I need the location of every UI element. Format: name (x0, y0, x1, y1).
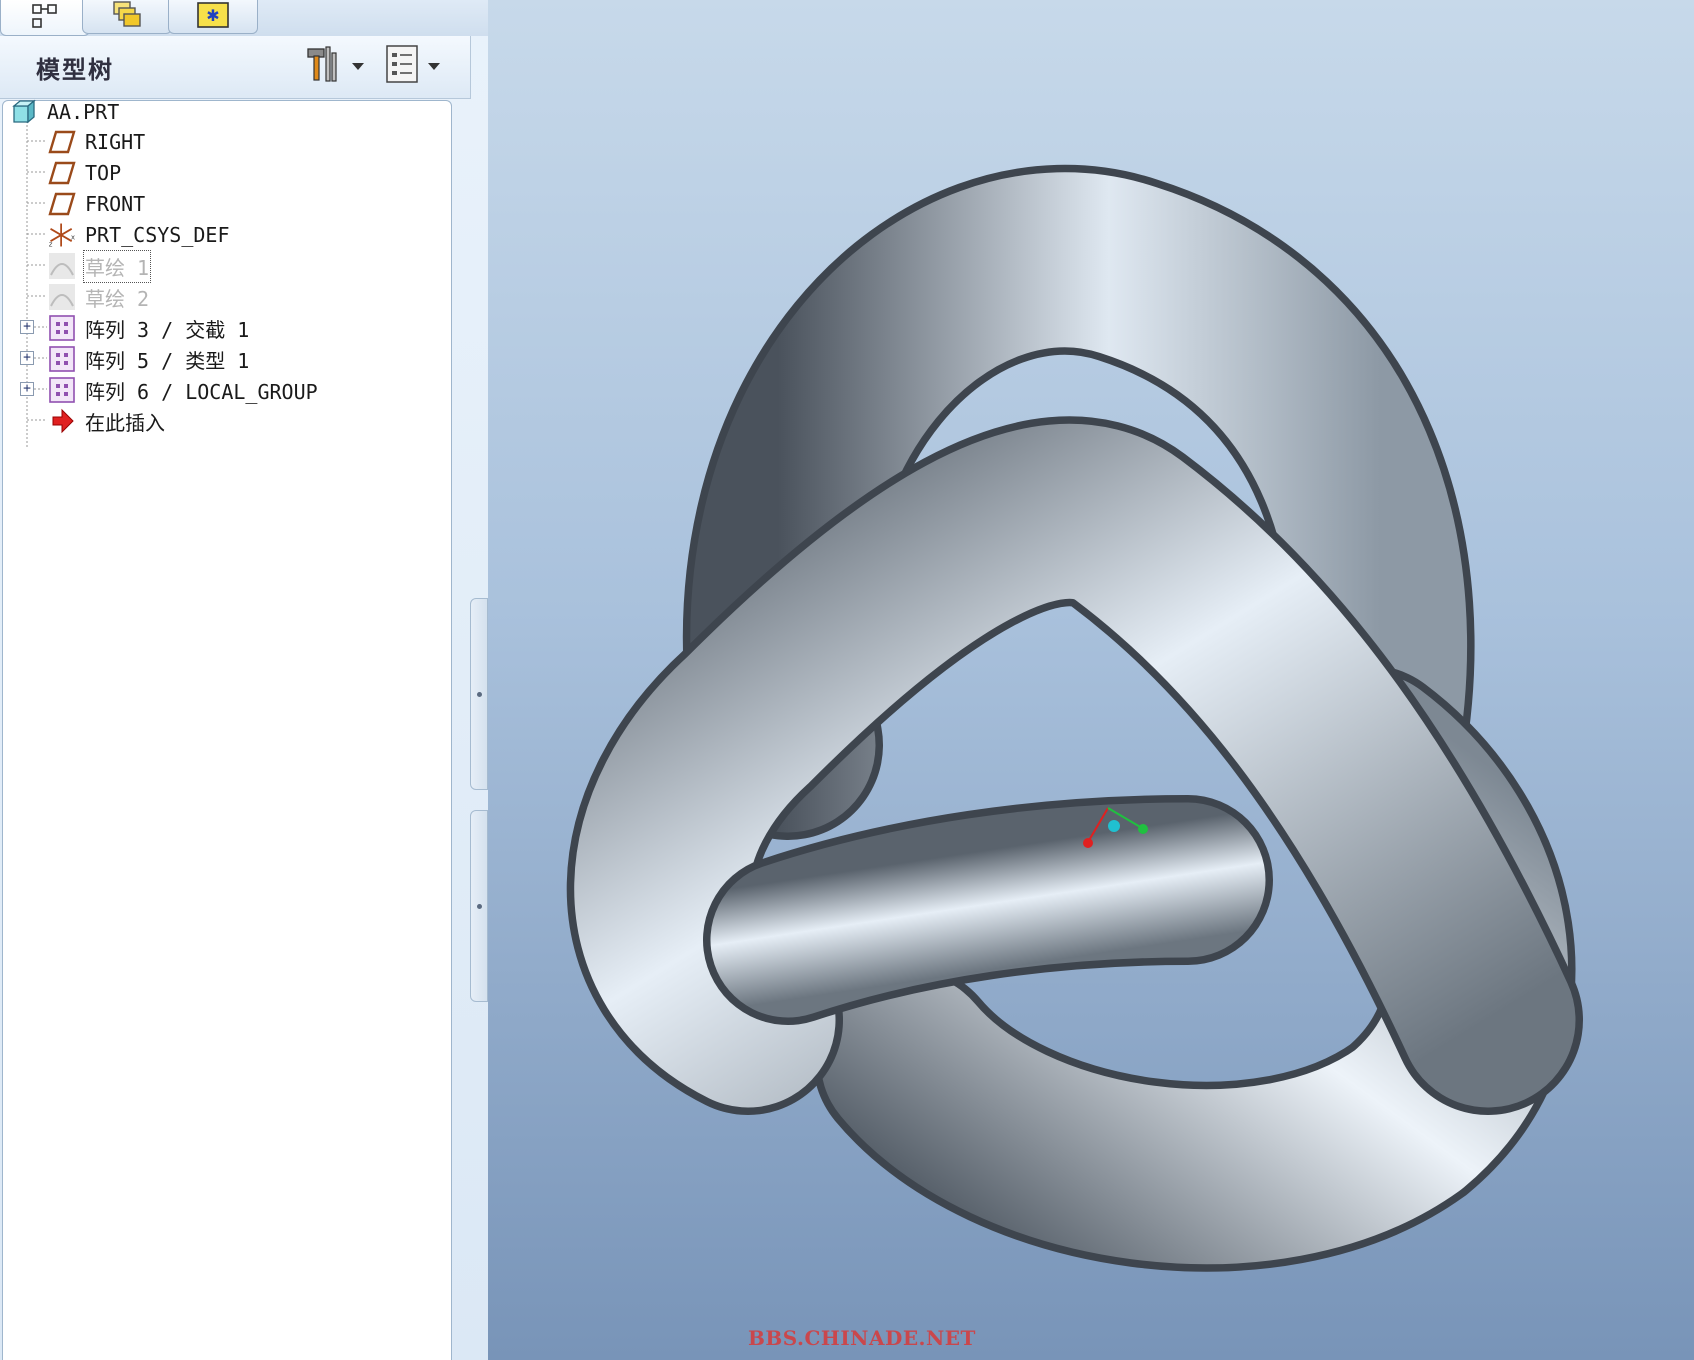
trefoil-knot-model[interactable] (488, 0, 1694, 1360)
navigator-panel: ✱ 模型树 AA.PRT RIGHT TOP FRONT x z PRT_CSY… (0, 0, 489, 1360)
tree-item-label: 阵列 3 / 交截 1 (85, 317, 250, 342)
tree-item-front-plane[interactable]: FRONT (47, 188, 145, 220)
sketch-icon (47, 282, 77, 312)
svg-text:x: x (71, 232, 75, 241)
tree-item-label: 草绘 2 (85, 286, 150, 311)
svg-text:✱: ✱ (206, 6, 219, 25)
part-cube-icon (9, 97, 39, 127)
tree-item-label: PRT_CSYS_DEF (85, 223, 230, 247)
panel-collapse-handle[interactable] (470, 810, 488, 1002)
tab-layers[interactable] (82, 0, 172, 34)
panel-splitter-handle[interactable] (470, 598, 488, 790)
graphics-viewport[interactable]: BBS.CHINADE.NET (488, 0, 1694, 1360)
tree-item-label: RIGHT (85, 130, 146, 154)
datum-plane-icon (47, 158, 77, 188)
datum-plane-icon (47, 127, 77, 157)
tree-item-top-plane[interactable]: TOP (47, 157, 121, 189)
expand-toggle-pattern-6[interactable]: + (20, 382, 34, 396)
tab-model-tree[interactable] (0, 0, 90, 36)
tree-item-label: TOP (85, 161, 122, 185)
hammer-settings-icon (302, 43, 344, 89)
model-tree: AA.PRT RIGHT TOP FRONT x z PRT_CSYS_DEF … (2, 99, 452, 1360)
tree-item-label: 草绘 1 (82, 249, 152, 283)
pattern-icon (47, 375, 77, 405)
tree-item-insert-here[interactable]: 在此插入 (47, 405, 165, 437)
model-tree-header: 模型树 (0, 36, 471, 99)
model-tree-title: 模型树 (36, 56, 114, 84)
favorites-icon: ✱ (196, 1, 230, 33)
csys-icon: x z (47, 220, 77, 250)
insert-here-arrow-icon (47, 406, 77, 436)
tree-item-root-part[interactable]: AA.PRT (9, 96, 119, 128)
tree-show-button[interactable] (384, 44, 440, 88)
tree-item-pattern-6[interactable]: 阵列 6 / LOCAL_GROUP (47, 374, 318, 406)
tree-item-label: 在此插入 (85, 410, 165, 435)
grip-dot-icon (476, 691, 482, 697)
sketch-icon (47, 251, 77, 281)
chevron-down-icon (428, 62, 440, 70)
svg-text:z: z (49, 239, 53, 248)
layers-icon (110, 0, 144, 34)
watermark-text: BBS.CHINADE.NET (748, 1326, 976, 1350)
tab-favorites[interactable]: ✱ (168, 0, 258, 34)
expand-toggle-pattern-5[interactable]: + (20, 351, 34, 365)
datum-plane-icon (47, 189, 77, 219)
tree-item-label: 阵列 6 / LOCAL_GROUP (85, 379, 318, 404)
pattern-icon (47, 344, 77, 374)
proe-window: ✱ 模型树 AA.PRT RIGHT TOP FRONT x z PRT_CSY… (0, 0, 1694, 1360)
tree-item-sketch-2[interactable]: 草绘 2 (47, 281, 149, 313)
tree-item-right-plane[interactable]: RIGHT (47, 126, 145, 158)
expand-toggle-pattern-3[interactable]: + (20, 320, 34, 334)
tree-item-label: 阵列 5 / 类型 1 (85, 348, 250, 373)
pattern-icon (47, 313, 77, 343)
chevron-down-icon (352, 62, 364, 70)
grip-dot-icon (476, 903, 482, 909)
list-show-icon (384, 43, 420, 89)
navigator-tab-strip: ✱ (0, 0, 488, 36)
tree-item-label: FRONT (85, 192, 146, 216)
tree-item-csys[interactable]: x z PRT_CSYS_DEF (47, 219, 230, 251)
tree-item-sketch-1[interactable]: 草绘 1 (47, 249, 152, 283)
tree-item-pattern-5[interactable]: 阵列 5 / 类型 1 (47, 343, 249, 375)
model-tree-icon (30, 2, 60, 34)
tree-item-pattern-3[interactable]: 阵列 3 / 交截 1 (47, 312, 249, 344)
tree-item-label: AA.PRT (47, 100, 120, 124)
tree-settings-button[interactable] (302, 44, 364, 88)
